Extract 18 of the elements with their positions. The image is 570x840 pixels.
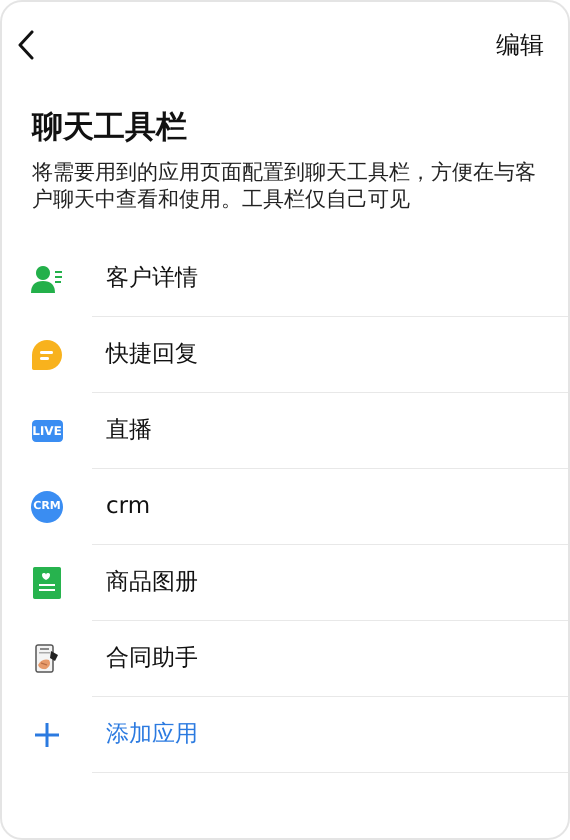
- app-name[interactable]: 客户详情: [106, 260, 198, 296]
- app-name[interactable]: crm: [106, 488, 150, 524]
- live-icon: LIVE: [32, 420, 62, 442]
- crm-icon: CRM: [31, 490, 63, 522]
- app-name[interactable]: 合同助手: [106, 640, 198, 676]
- back-button[interactable]: [16, 30, 36, 60]
- app-name[interactable]: 商品图册: [106, 564, 198, 600]
- app-name[interactable]: 快捷回复: [106, 336, 198, 372]
- customer-icon: [31, 264, 63, 292]
- add-app-link[interactable]: 添加应用: [106, 716, 198, 752]
- page-title: 聊天工具栏: [32, 108, 188, 147]
- handshake-document-icon: [33, 642, 61, 674]
- edit-button[interactable]: 编辑: [496, 27, 544, 63]
- chat-bubble-icon: [31, 338, 63, 370]
- plus-icon[interactable]: [34, 722, 60, 748]
- catalog-icon: [33, 566, 61, 598]
- description: 将需要用到的应用页面配置到聊天工具栏，方便在与客户聊天中查看和使用。工具栏仅自己可见: [32, 158, 537, 212]
- app-name[interactable]: 直播: [106, 412, 152, 448]
